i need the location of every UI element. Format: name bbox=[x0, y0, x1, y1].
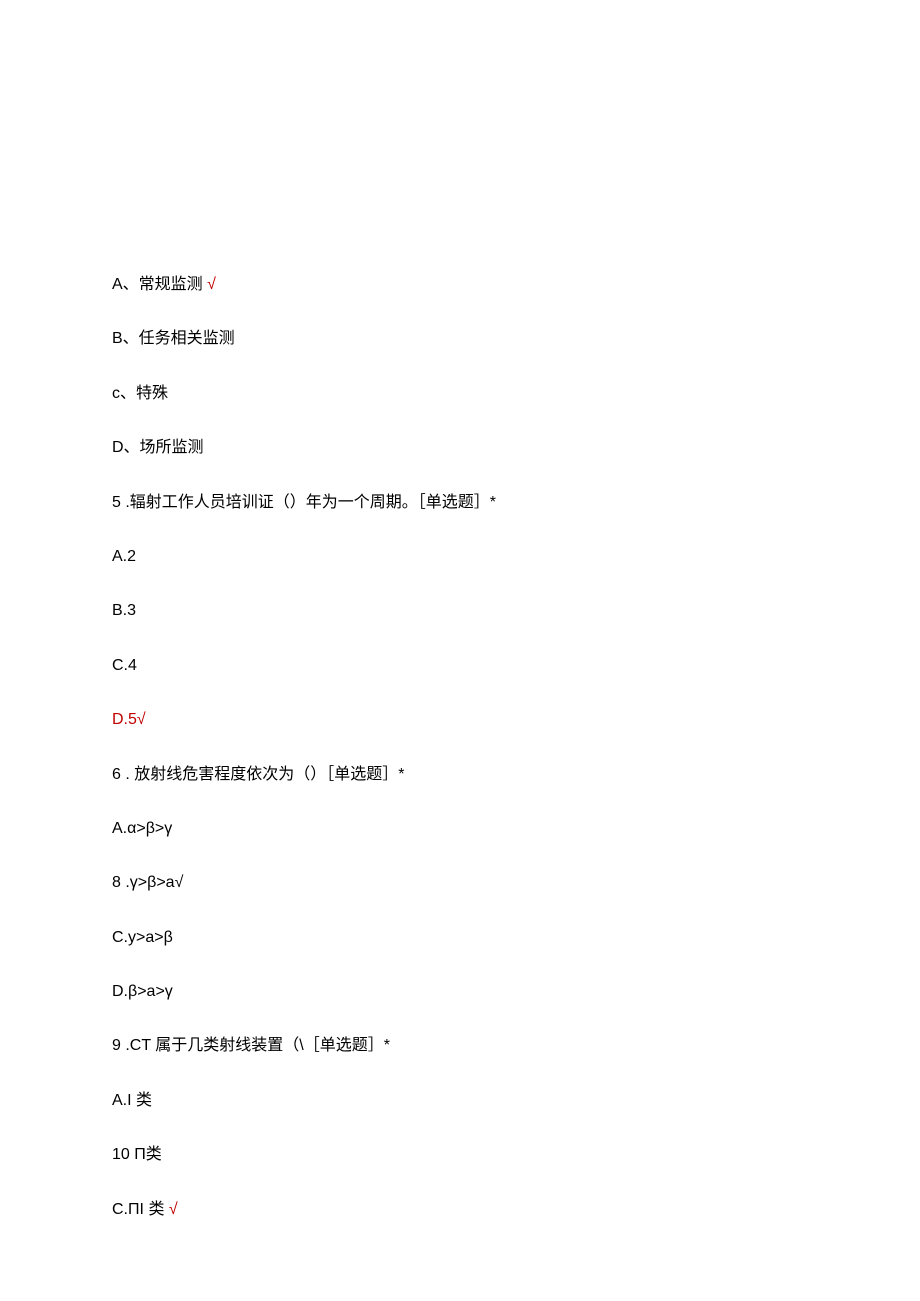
line-text: B、任务相关监测 bbox=[112, 330, 235, 347]
text-line: A.I 类 bbox=[112, 1090, 808, 1112]
text-line: B.3 bbox=[112, 600, 808, 622]
text-line: C.y>a>β bbox=[112, 927, 808, 949]
text-line: A.α>β>γ bbox=[112, 818, 808, 840]
line-text: C.4 bbox=[112, 657, 137, 674]
line-text: B.3 bbox=[112, 602, 136, 619]
text-line: A.2 bbox=[112, 546, 808, 568]
text-line: A、常规监测 √ bbox=[112, 274, 808, 296]
text-line: c、特殊 bbox=[112, 383, 808, 405]
line-text: 6 . 放射线危害程度依次为（）［单选题］* bbox=[112, 766, 404, 783]
line-text: D.5√ bbox=[112, 711, 146, 728]
line-text: A.2 bbox=[112, 548, 136, 565]
text-line: C.ΠI 类 √ bbox=[112, 1199, 808, 1221]
line-text: c、特殊 bbox=[112, 385, 168, 402]
line-text: C.ΠI 类 bbox=[112, 1201, 169, 1218]
line-text: D.β>a>γ bbox=[112, 983, 173, 1000]
line-text: C.y>a>β bbox=[112, 929, 173, 946]
text-line: C.4 bbox=[112, 655, 808, 677]
line-text: A.I 类 bbox=[112, 1092, 152, 1109]
checkmark-icon: √ bbox=[169, 1201, 178, 1218]
line-text: 10 Π类 bbox=[112, 1146, 162, 1163]
document-content: A、常规监测 √ B、任务相关监测 c、特殊 D、场所监测 5 .辐射工作人员培训证（）… bbox=[112, 274, 808, 1221]
text-line: 5 .辐射工作人员培训证（）年为一个周期。［单选题］* bbox=[112, 492, 808, 514]
text-line: 10 Π类 bbox=[112, 1144, 808, 1166]
line-text: D、场所监测 bbox=[112, 439, 204, 456]
line-text: A、常规监测 bbox=[112, 276, 207, 293]
checkmark-icon: √ bbox=[207, 276, 216, 293]
text-line: B、任务相关监测 bbox=[112, 328, 808, 350]
text-line: 9 .CT 属于几类射线装置（\［单选题］* bbox=[112, 1035, 808, 1057]
line-text: 9 .CT 属于几类射线装置（\［单选题］* bbox=[112, 1037, 390, 1054]
text-line: 6 . 放射线危害程度依次为（）［单选题］* bbox=[112, 764, 808, 786]
line-text: 5 .辐射工作人员培训证（）年为一个周期。［单选题］* bbox=[112, 494, 496, 511]
line-text: 8 .γ>β>a√ bbox=[112, 874, 183, 891]
text-line: 8 .γ>β>a√ bbox=[112, 872, 808, 894]
text-line: D、场所监测 bbox=[112, 437, 808, 459]
text-line: D.β>a>γ bbox=[112, 981, 808, 1003]
line-text: A.α>β>γ bbox=[112, 820, 172, 837]
text-line: D.5√ bbox=[112, 709, 808, 731]
